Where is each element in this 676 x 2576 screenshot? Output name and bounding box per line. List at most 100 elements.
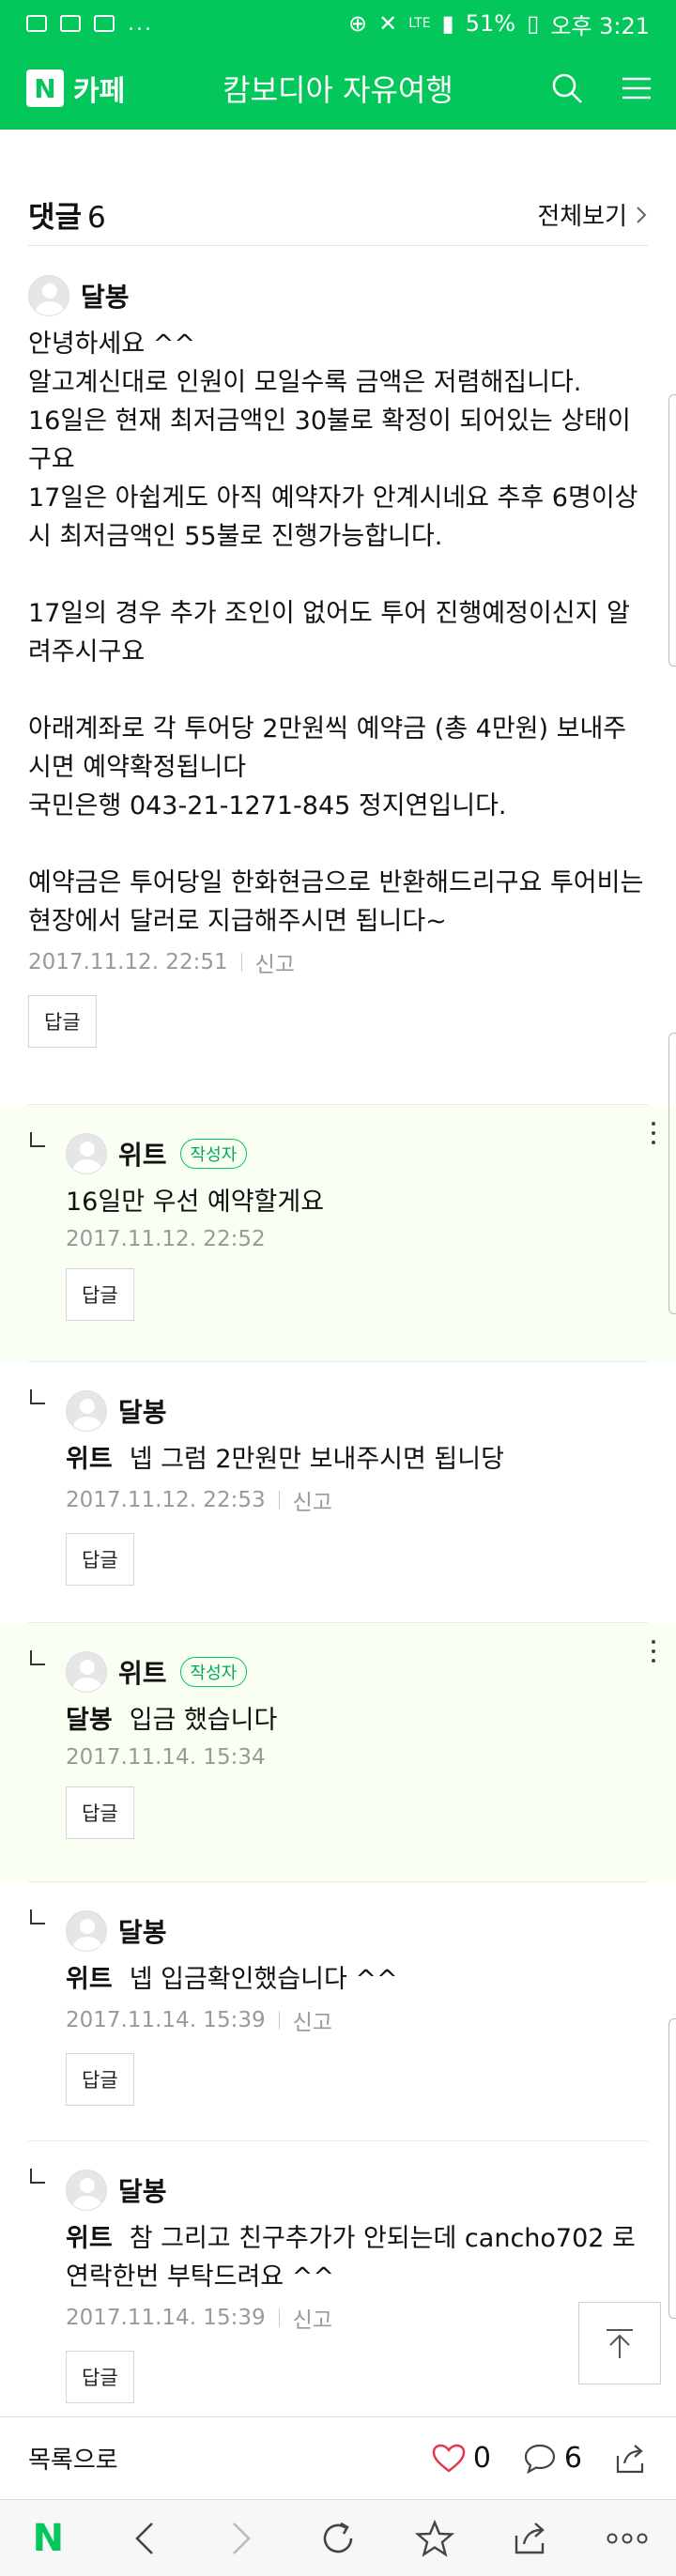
reply-button[interactable]: 답글 [66, 2053, 134, 2106]
share-page-button[interactable] [503, 2510, 560, 2567]
avatar[interactable] [66, 1651, 107, 1693]
scroll-to-top-button[interactable] [578, 2302, 661, 2384]
app-header: N 카페 캄보디아 자유여행 [0, 47, 676, 130]
gallery-icon [26, 15, 47, 32]
refresh-icon [323, 2522, 353, 2553]
share-icon [616, 2444, 644, 2473]
back-to-list-link[interactable]: 목록으로 [28, 2441, 118, 2476]
comment-nickname[interactable]: 달봉 [81, 277, 130, 314]
comment-meta: 2017.11.14. 15:39 신고 [66, 2302, 638, 2334]
more-dots-icon [607, 2533, 648, 2543]
comment-count-button[interactable]: 6 [523, 2442, 582, 2475]
comment-body: 참 그리고 친구추가가 안되는데 cancho702 로 연락한번 부탁드려요 … [66, 2224, 644, 2292]
comment-item: 달봉 안녕하세요 ^^ 알고계신대로 인원이 모일수록 금액은 저렴해집니다. … [0, 272, 676, 1048]
back-button[interactable] [116, 2510, 173, 2567]
menu-button[interactable] [618, 69, 655, 107]
comment-reply-item: 위트 작성자 달봉 입금 했습니다 2017.11.14. 15:34 답글 [0, 1624, 676, 1881]
reply-button[interactable]: 답글 [66, 2351, 134, 2403]
comment-date: 2017.11.12. 22:52 [66, 1227, 266, 1251]
comment-reply-item: 달봉 위트 참 그리고 친구추가가 안되는데 cancho702 로 연락한번 부… [0, 2142, 676, 2415]
chevron-right-icon [233, 2522, 251, 2554]
avatar[interactable] [28, 275, 69, 316]
speech-bubble-icon [524, 2444, 556, 2474]
avatar[interactable] [66, 1133, 107, 1174]
comment-date: 2017.11.14. 15:39 [66, 2008, 266, 2032]
comments-header: 댓글 6 전체보기 [28, 184, 648, 246]
like-button[interactable]: 0 [432, 2442, 491, 2475]
comment-meta: 2017.11.12. 22:52 [66, 1227, 648, 1251]
comment-count: 6 [563, 2442, 582, 2475]
share-icon [515, 2522, 545, 2553]
view-all-label: 전체보기 [537, 203, 627, 231]
avatar[interactable] [66, 1910, 107, 1952]
divider [28, 2140, 648, 2141]
divider [240, 953, 242, 972]
comment-date: 2017.11.12. 22:53 [66, 1488, 266, 1512]
view-all-link[interactable]: 전체보기 [537, 197, 648, 232]
comment-body: 입금 했습니다 [129, 1706, 278, 1735]
naver-logo-icon: N [26, 69, 64, 107]
search-button[interactable] [548, 69, 586, 107]
comment-nickname[interactable]: 달봉 [118, 1392, 167, 1430]
share-button[interactable] [614, 2443, 648, 2475]
divider [278, 2308, 280, 2327]
divider [28, 1881, 648, 1882]
comment-reply-item: 달봉 위트 넵 그럼 2만원만 보내주시면 됩니당 2017.11.12. 22:… [0, 1363, 676, 1622]
signal-icon: ▮ [441, 10, 454, 37]
comment-date: 2017.11.14. 15:34 [66, 1745, 266, 1770]
scroll-indicator [668, 1033, 676, 1314]
heart-icon [432, 2444, 466, 2473]
avatar[interactable] [66, 1390, 107, 1432]
comment-nickname[interactable]: 달봉 [118, 2171, 167, 2209]
notification-icon [94, 15, 115, 32]
battery-percent: 51% [465, 10, 516, 37]
star-icon [414, 2519, 454, 2557]
forward-button[interactable] [213, 2510, 269, 2567]
cafe-home-link[interactable]: N 카페 [26, 68, 125, 109]
mention-tag[interactable]: 위트 [66, 2224, 113, 2253]
report-link[interactable]: 신고 [293, 2004, 332, 2036]
naver-home-button[interactable]: N [20, 2510, 76, 2567]
article-bottom-bar: 목록으로 0 6 [0, 2416, 676, 2499]
avatar[interactable] [66, 2170, 107, 2211]
reply-button[interactable]: 답글 [66, 1533, 134, 1586]
browser-toolbar: N [0, 2499, 676, 2576]
mention-tag[interactable]: 위트 [66, 1445, 113, 1474]
chevron-right-icon [637, 206, 647, 223]
reply-button[interactable]: 답글 [66, 1786, 134, 1839]
comment-user: 위트 작성자 [66, 1648, 648, 1695]
mention-tag[interactable]: 위트 [66, 1965, 113, 1994]
scrollbar[interactable] [668, 2018, 676, 2319]
comment-nickname[interactable]: 위트 [118, 1653, 167, 1691]
report-link[interactable]: 신고 [293, 1484, 332, 1516]
comment-user: 달봉 [66, 2167, 638, 2214]
comment-text: 16일만 우선 예약할게요 [66, 1183, 648, 1221]
clock: 오후 3:21 [550, 12, 650, 39]
comment-body: 넵 입금확인했습니다 ^^ [129, 1965, 398, 1994]
comment-date: 2017.11.14. 15:39 [66, 2306, 266, 2330]
more-notifications: ... [128, 11, 153, 36]
comment-user: 위트 작성자 [66, 1130, 648, 1177]
divider [28, 1104, 648, 1105]
status-bar: ... ⊕ ✕ LTE ▮ 51% ▯ 오후 3:21 [0, 0, 676, 47]
comment-reply-item: 위트 작성자 16일만 우선 예약할게요 2017.11.12. 22:52 답… [0, 1106, 676, 1361]
more-menu-button[interactable] [599, 2510, 655, 2567]
comments-count: 6 [87, 201, 106, 235]
reply-button[interactable]: 답글 [66, 1268, 134, 1321]
mention-tag[interactable]: 달봉 [66, 1706, 113, 1735]
comment-meta: 2017.11.12. 22:51 신고 [28, 946, 648, 978]
comment-text: 안녕하세요 ^^ 알고계신대로 인원이 모일수록 금액은 저렴해집니다. 16일… [28, 330, 644, 936]
divider [28, 1361, 648, 1362]
comments-title: 댓글 6 [28, 193, 106, 236]
comment-nickname[interactable]: 위트 [118, 1135, 167, 1173]
report-link[interactable]: 신고 [255, 946, 295, 978]
naver-n-icon: N [32, 2516, 65, 2560]
comment-nickname[interactable]: 달봉 [118, 1912, 167, 1950]
refresh-button[interactable] [310, 2510, 366, 2567]
bookmark-button[interactable] [407, 2510, 463, 2567]
cafe-label: 카페 [73, 75, 126, 108]
report-link[interactable]: 신고 [293, 2302, 332, 2334]
hamburger-icon [622, 77, 651, 100]
reply-button[interactable]: 답글 [28, 995, 97, 1048]
like-count: 0 [472, 2442, 491, 2475]
